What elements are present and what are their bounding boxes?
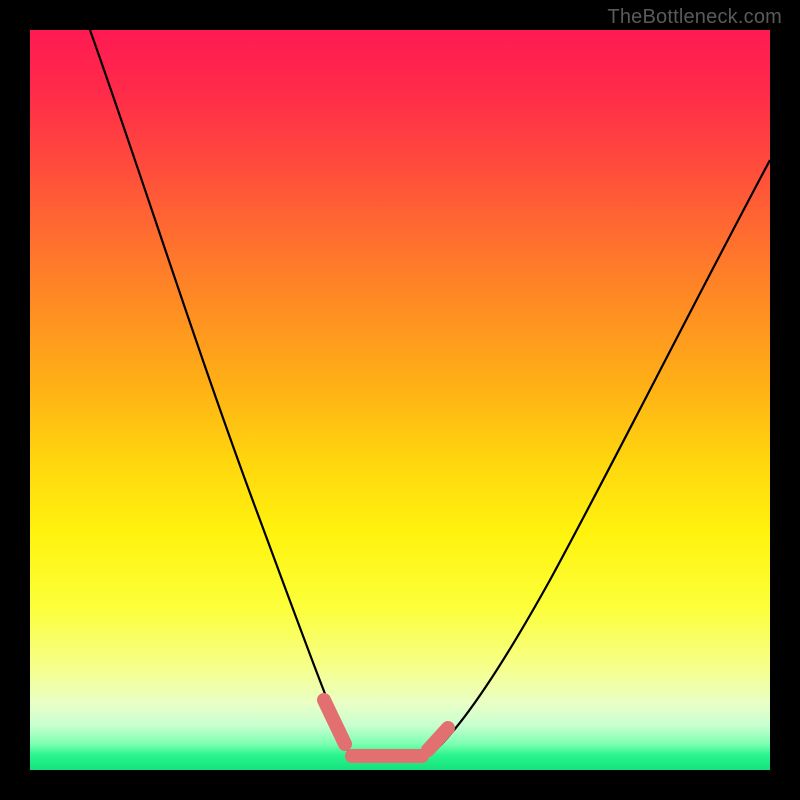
valley-seg-left (324, 700, 345, 744)
curve-left (90, 30, 350, 755)
curve-layer (30, 30, 770, 770)
attribution-text: TheBottleneck.com (607, 6, 782, 29)
valley-markers (324, 700, 448, 756)
plot-area (30, 30, 770, 770)
curve-right (430, 160, 770, 755)
valley-seg-right (428, 728, 448, 750)
chart-frame: TheBottleneck.com (0, 0, 800, 800)
